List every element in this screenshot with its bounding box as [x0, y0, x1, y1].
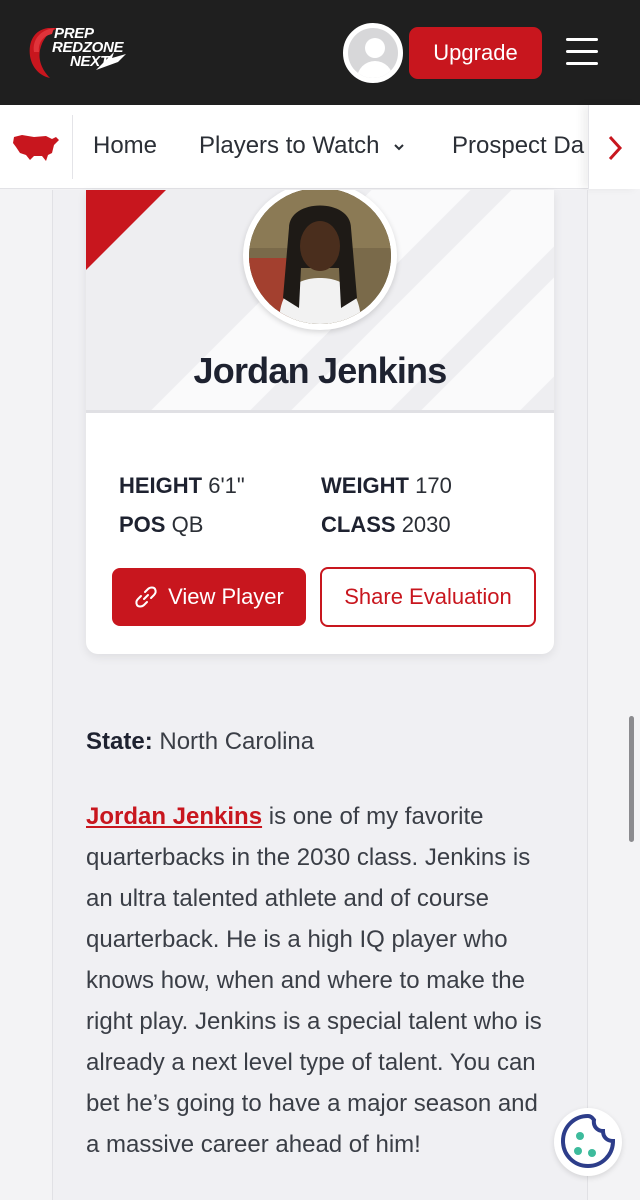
- top-bar: PREP REDZONE NEXT Upgrade: [0, 0, 640, 105]
- logo-text: PREP REDZONE NEXT: [52, 26, 124, 70]
- menu-line-top: [566, 38, 598, 41]
- cookie-icon: [560, 1113, 616, 1169]
- user-avatar-button[interactable]: [343, 23, 403, 83]
- cookie-settings-button[interactable]: [554, 1108, 622, 1176]
- position-value: QB: [171, 512, 204, 537]
- player-card: Jordan Jenkins HEIGHT 6'1" WEIGHT 170 PO…: [86, 190, 554, 654]
- menu-line-middle: [566, 50, 598, 53]
- default-avatar-icon: [348, 28, 398, 78]
- player-profile-link[interactable]: Jordan Jenkins: [86, 803, 262, 830]
- player-portrait: [249, 190, 391, 324]
- height-stat: HEIGHT 6'1": [119, 473, 245, 499]
- nav-scroll-right-button[interactable]: [588, 105, 640, 189]
- upgrade-button[interactable]: Upgrade: [409, 27, 542, 79]
- nav-item-home[interactable]: Home: [93, 132, 157, 160]
- view-player-button[interactable]: View Player: [112, 568, 306, 626]
- weight-value: 170: [415, 473, 452, 498]
- nav-overflow-clip: Prospect Da: [440, 105, 588, 189]
- position-stat: POS QB: [119, 512, 203, 538]
- nav-item-players-to-watch-label: Players to Watch: [199, 132, 380, 159]
- logo-line-3: NEXT: [70, 53, 109, 70]
- view-player-label: View Player: [168, 584, 284, 609]
- us-map-icon[interactable]: [12, 131, 60, 163]
- article-paragraph: Jordan Jenkins is one of my favorite qua…: [86, 796, 556, 1165]
- player-photo: [243, 190, 397, 330]
- nav-item-players-to-watch[interactable]: Players to Watch: [199, 132, 406, 160]
- nav-item-prospect-database[interactable]: Prospect Da: [452, 132, 584, 160]
- main-nav: Home Players to Watch Prospect Da: [0, 105, 640, 189]
- page-scrollbar[interactable]: [629, 716, 634, 842]
- hamburger-menu-icon[interactable]: [566, 38, 598, 66]
- height-label: HEIGHT: [119, 473, 203, 498]
- article-paragraph-text: is one of my favorite quarterbacks in th…: [86, 803, 542, 1158]
- weight-label: WEIGHT: [321, 473, 409, 498]
- player-name: Jordan Jenkins: [193, 350, 448, 391]
- red-corner-accent: [86, 190, 166, 270]
- chevron-down-icon: [394, 143, 404, 151]
- position-label: POS: [119, 512, 166, 537]
- class-label: CLASS: [321, 512, 396, 537]
- prep-redzone-next-logo[interactable]: PREP REDZONE NEXT: [26, 24, 132, 80]
- class-stat: CLASS 2030: [321, 512, 451, 538]
- share-evaluation-button[interactable]: Share Evaluation: [320, 567, 536, 627]
- state-line: State: North Carolina: [86, 728, 314, 756]
- state-value: North Carolina: [159, 728, 315, 755]
- link-icon: [135, 586, 157, 608]
- state-label: State:: [86, 728, 153, 755]
- nav-divider: [72, 115, 73, 179]
- player-card-header: Jordan Jenkins: [86, 190, 554, 413]
- weight-stat: WEIGHT 170: [321, 473, 452, 499]
- class-value: 2030: [401, 512, 451, 537]
- height-value: 6'1": [208, 473, 245, 498]
- menu-line-bottom: [566, 62, 598, 65]
- chevron-right-icon: [608, 135, 623, 161]
- avatar-head: [365, 38, 385, 58]
- avatar-torso: [357, 61, 393, 78]
- card-header-divider: [86, 410, 554, 413]
